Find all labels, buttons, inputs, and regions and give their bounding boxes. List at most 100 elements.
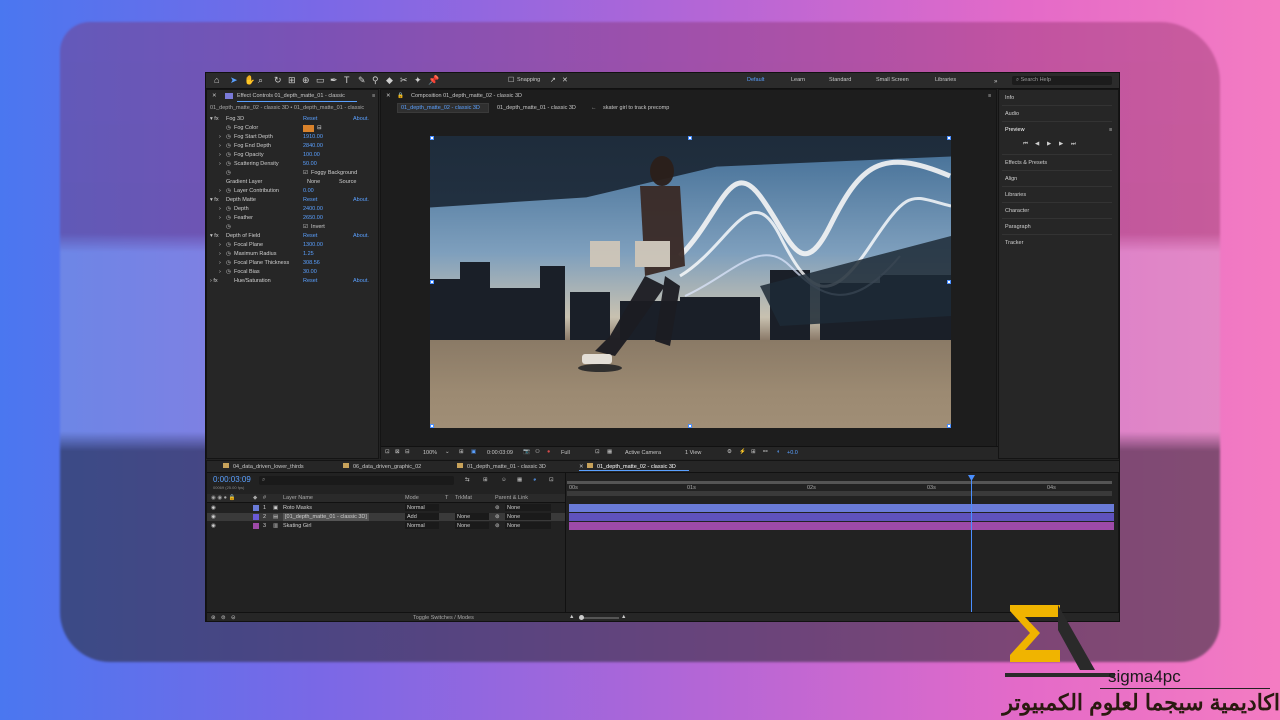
character-panel-tab[interactable]: Character bbox=[1005, 208, 1029, 214]
prop-value[interactable]: 1300.00 bbox=[303, 241, 323, 250]
eraser-tool-icon[interactable]: ◆ bbox=[386, 75, 393, 85]
layer-row-selected[interactable]: ◉ 2 ▤ [01_depth_matte_01 - classic 3D] A… bbox=[207, 513, 565, 521]
transform-handle[interactable] bbox=[947, 280, 951, 284]
stopwatch-icon[interactable]: ◷ bbox=[226, 214, 231, 223]
workspace-learn[interactable]: Learn bbox=[791, 77, 805, 83]
prop-value[interactable]: 2400.00 bbox=[303, 205, 323, 214]
about-link[interactable]: About. bbox=[353, 115, 369, 124]
timeline-tab-1[interactable]: 04_data_driven_lower_thirds bbox=[233, 464, 304, 470]
first-frame-icon[interactable]: ⏮ bbox=[1023, 141, 1028, 148]
libraries-panel-tab[interactable]: Libraries bbox=[1005, 192, 1026, 198]
prop-value[interactable]: 0.00 bbox=[303, 187, 314, 196]
checkbox-icon[interactable]: ☑ bbox=[303, 223, 308, 232]
stopwatch-icon[interactable]: ◷ bbox=[226, 142, 231, 151]
layer-duration-bar[interactable] bbox=[569, 504, 1114, 512]
chevron-right-icon[interactable]: › bbox=[219, 241, 221, 250]
layer-label-swatch[interactable] bbox=[253, 523, 259, 529]
graph-editor-icon[interactable]: ⊡ bbox=[549, 477, 554, 483]
reset-link[interactable]: Reset bbox=[303, 115, 317, 124]
reset-link[interactable]: Reset bbox=[303, 196, 317, 205]
layer-row[interactable]: ◉ 3 ▥ Skating Girl Normal None ⊚ None bbox=[207, 522, 565, 530]
prop-value[interactable]: 100.00 bbox=[303, 151, 320, 160]
eye-icon[interactable]: ◉ bbox=[211, 522, 216, 530]
col-parent[interactable]: Parent & Link bbox=[495, 495, 528, 501]
stopwatch-icon[interactable]: ◷ bbox=[226, 205, 231, 214]
stopwatch-icon[interactable]: ◷ bbox=[226, 133, 231, 142]
color-channel-icon[interactable]: ● bbox=[547, 449, 550, 455]
reset-link[interactable]: Reset bbox=[303, 232, 317, 241]
previous-frame-icon[interactable]: ◀ bbox=[1035, 141, 1039, 147]
exposure-value[interactable]: +0.0 bbox=[787, 450, 798, 456]
effect-controls-tab[interactable]: Effect Controls 01_depth_matte_01 - clas… bbox=[237, 93, 345, 99]
close-icon[interactable]: ✕ bbox=[212, 93, 217, 99]
clone-tool-icon[interactable]: ⚲ bbox=[372, 75, 379, 85]
layer-name[interactable]: [01_depth_matte_01 - classic 3D] bbox=[283, 513, 369, 521]
chevron-right-icon[interactable]: › bbox=[219, 142, 221, 151]
twirl-icon[interactable]: › fx bbox=[210, 277, 218, 286]
parent-dropdown[interactable]: None bbox=[505, 522, 551, 529]
stopwatch-icon[interactable]: ◷ bbox=[226, 223, 231, 232]
prop-value[interactable]: 2840.00 bbox=[303, 142, 323, 151]
timeline-icon[interactable]: ⊞ bbox=[751, 449, 756, 455]
layer-label-swatch[interactable] bbox=[253, 514, 259, 520]
timeline-search-input[interactable]: ⌕ bbox=[259, 476, 454, 485]
chevron-right-icon[interactable]: › bbox=[219, 151, 221, 160]
chevron-down-icon[interactable]: ⌄ bbox=[445, 449, 450, 455]
camera-tool-icon[interactable]: ⊞ bbox=[288, 75, 296, 85]
about-link[interactable]: About. bbox=[353, 196, 369, 205]
eye-icon[interactable]: ◉ bbox=[211, 513, 216, 521]
twirl-icon[interactable]: ▾ fx bbox=[210, 196, 219, 205]
pickwhip-icon[interactable]: ⊚ bbox=[495, 522, 500, 530]
eyedropper-icon[interactable]: ⊟ bbox=[317, 124, 322, 133]
effect-hue-saturation[interactable]: › fx Hue/Saturation Reset About. bbox=[207, 277, 379, 286]
fog-color-swatch[interactable] bbox=[303, 125, 314, 132]
parent-dropdown[interactable]: None bbox=[505, 513, 551, 520]
search-help-input[interactable]: ⌕ Search Help bbox=[1012, 76, 1112, 85]
prop-value[interactable]: 2650.00 bbox=[303, 214, 323, 223]
flowchart-icon[interactable]: ⚯ bbox=[763, 449, 768, 455]
selection-tool-icon[interactable]: ➤ bbox=[230, 75, 238, 85]
resolution-dropdown[interactable]: Full bbox=[561, 450, 570, 456]
zoom-dropdown[interactable]: 100% bbox=[423, 450, 437, 456]
zoom-tool-icon[interactable]: ⌕ bbox=[258, 75, 263, 85]
timeline-tab-3[interactable]: 01_depth_matte_01 - classic 3D bbox=[467, 464, 546, 470]
chevron-right-icon[interactable]: › bbox=[219, 160, 221, 169]
chevron-right-icon[interactable]: › bbox=[219, 268, 221, 277]
toggle-switches-modes[interactable]: Toggle Switches / Modes bbox=[413, 615, 474, 621]
stopwatch-icon[interactable]: ◷ bbox=[226, 160, 231, 169]
prop-value[interactable]: 1910.00 bbox=[303, 133, 323, 142]
render-time-icon[interactable]: ⊛ bbox=[211, 615, 216, 621]
current-time-display[interactable]: 0:00:03:09 bbox=[487, 450, 513, 456]
stopwatch-icon[interactable]: ◷ bbox=[226, 250, 231, 259]
rotate-tool-icon[interactable]: ↻ bbox=[274, 75, 282, 85]
preview-panel-tab[interactable]: Preview bbox=[1005, 127, 1025, 133]
home-icon[interactable]: ⌂ bbox=[214, 75, 219, 85]
play-icon[interactable]: ▶ bbox=[1047, 141, 1051, 147]
stopwatch-icon[interactable]: ◷ bbox=[226, 151, 231, 160]
safe-zone-icon[interactable]: ▣ bbox=[471, 449, 476, 455]
prop-value[interactable]: 50.00 bbox=[303, 160, 317, 169]
transparency-grid-icon[interactable]: ▦ bbox=[607, 449, 612, 455]
type-tool-icon[interactable]: T bbox=[344, 75, 350, 85]
draft-3d-icon[interactable]: ⊠ bbox=[395, 449, 400, 455]
stopwatch-icon[interactable]: ◷ bbox=[226, 124, 231, 133]
tracker-panel-tab[interactable]: Tracker bbox=[1005, 240, 1023, 246]
layer-row[interactable]: ◉ 1 ▣ Roto Masks Normal ⊚ None bbox=[207, 504, 565, 512]
info-panel-tab[interactable]: Info bbox=[1005, 95, 1014, 101]
stopwatch-icon[interactable]: ◷ bbox=[226, 187, 231, 196]
trkmat-dropdown[interactable]: None bbox=[455, 522, 489, 529]
timeline-timecode[interactable]: 0:00:03:09 bbox=[213, 475, 251, 484]
stopwatch-icon[interactable]: ◷ bbox=[226, 259, 231, 268]
last-frame-icon[interactable]: ⏭ bbox=[1071, 141, 1076, 148]
mode-dropdown[interactable]: Add bbox=[405, 513, 439, 520]
view-options-icon[interactable]: ⚙ bbox=[727, 449, 732, 455]
comp-mini-flowchart-icon[interactable]: ⇆ bbox=[465, 477, 470, 483]
chevron-right-icon[interactable]: › bbox=[219, 187, 221, 196]
chevron-right-icon[interactable]: › bbox=[219, 214, 221, 223]
next-frame-icon[interactable]: ▶ bbox=[1059, 141, 1063, 147]
pickwhip-icon[interactable]: ⊚ bbox=[495, 513, 500, 521]
source-dropdown[interactable]: Source bbox=[339, 178, 356, 187]
panel-menu-icon[interactable]: ≡ bbox=[372, 93, 375, 99]
transform-handle[interactable] bbox=[688, 424, 692, 428]
snapping-checkbox-icon[interactable]: ☐ bbox=[508, 76, 514, 86]
